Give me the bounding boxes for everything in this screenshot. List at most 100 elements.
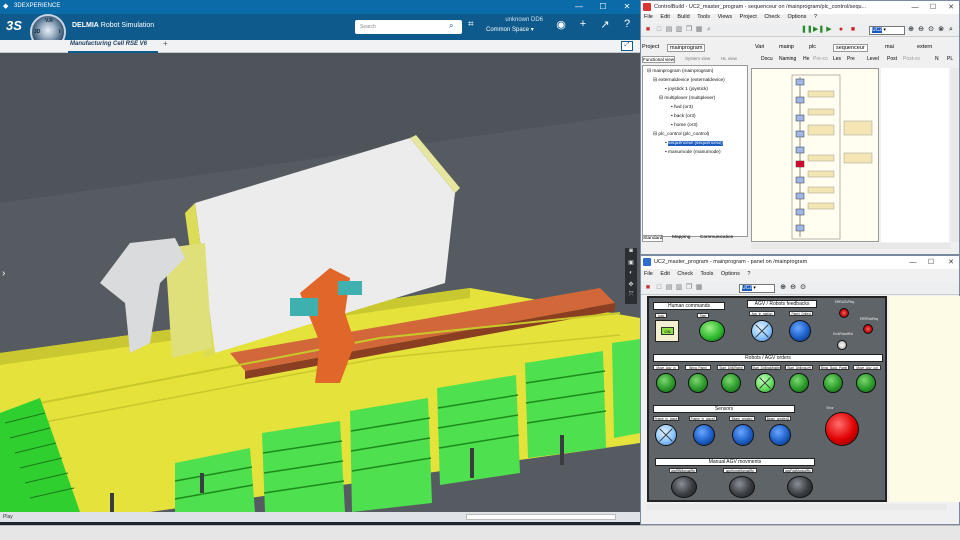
doc-tab-plc[interactable]: plc: [809, 44, 816, 50]
paste-icon[interactable]: ▦: [695, 26, 703, 34]
start-drilling-left-button[interactable]: [789, 373, 809, 393]
paste-icon[interactable]: ▦: [695, 284, 703, 292]
pan-icon[interactable]: ✥: [625, 281, 637, 292]
maximize-icon[interactable]: ☐: [923, 257, 939, 268]
step-icon[interactable]: ▶❚: [813, 26, 824, 34]
vertical-scrollbar[interactable]: [951, 68, 959, 242]
compass-north[interactable]: V.R: [45, 18, 53, 24]
expand-icon[interactable]: ⤢: [621, 41, 633, 51]
project-tree[interactable]: ⊟ mainprogram (mainprogram) ⊟ externalde…: [642, 65, 748, 237]
add-tab-button[interactable]: +: [163, 39, 168, 48]
zoom-fit-icon[interactable]: ⊙: [927, 26, 935, 34]
horizontal-scrollbar[interactable]: [466, 514, 616, 520]
zoom-in-icon[interactable]: ⊕: [907, 26, 915, 34]
zoom-100-icon[interactable]: ⊗: [937, 26, 945, 34]
start-button[interactable]: [699, 320, 725, 342]
agv-fwd-manual-button[interactable]: [787, 476, 813, 498]
move-agv-out-button[interactable]: [856, 373, 876, 393]
menu-options[interactable]: Options: [787, 14, 806, 20]
menu-edit[interactable]: Edit: [660, 14, 669, 20]
build-icon[interactable]: ■: [644, 26, 652, 34]
doc-subtab-pl[interactable]: PL: [947, 56, 953, 62]
tree-item[interactable]: ⊟ multiplexer (multiplexer): [659, 96, 715, 101]
new-icon[interactable]: □: [655, 26, 663, 34]
save-icon[interactable]: ▥: [675, 284, 683, 292]
subtab-system-view[interactable]: System view: [685, 56, 710, 61]
tag-icon[interactable]: ⌗: [468, 19, 474, 30]
find-icon[interactable]: ⌕: [705, 26, 713, 34]
bottom-tab-mapping[interactable]: Mapping: [672, 235, 690, 240]
maximize-icon[interactable]: ☐: [592, 1, 614, 13]
move-agv-in-button[interactable]: [656, 373, 676, 393]
menu-help[interactable]: ?: [747, 271, 750, 277]
compass-west[interactable]: 3D: [34, 29, 40, 35]
subtab-functional-view[interactable]: Functional view: [642, 56, 676, 63]
3ds-logo-icon[interactable]: 3S: [6, 18, 22, 33]
doc-subtab-n[interactable]: N: [935, 56, 939, 62]
compass-east[interactable]: i: [59, 29, 60, 35]
zoom-fit-icon[interactable]: ⤧: [625, 292, 637, 303]
camera-icon[interactable]: ◙: [625, 248, 637, 259]
menu-edit[interactable]: Edit: [660, 271, 669, 277]
tree-item[interactable]: ⊟ plc_control (plc_control): [653, 132, 709, 137]
doc-subtab-preco[interactable]: Pre-co: [813, 56, 828, 62]
minimize-icon[interactable]: —: [907, 2, 923, 13]
stop-icon[interactable]: ■: [849, 26, 857, 34]
menu-file[interactable]: File: [644, 271, 653, 277]
tab-project[interactable]: Project: [642, 44, 659, 50]
doc-subtab-postco[interactable]: Post-co: [903, 56, 920, 62]
close-icon[interactable]: ✕: [616, 1, 638, 13]
share-icon[interactable]: ↗: [598, 18, 612, 31]
menu-options[interactable]: Options: [721, 271, 740, 277]
menu-views[interactable]: Views: [718, 14, 733, 20]
close-icon[interactable]: ✕: [943, 257, 959, 268]
collab-space[interactable]: Common Space ▾: [486, 26, 550, 33]
doc-tab-vari[interactable]: Vari: [755, 44, 764, 50]
menu-help[interactable]: ?: [814, 14, 817, 20]
menu-tools[interactable]: Tools: [697, 14, 710, 20]
tab-mainprogram[interactable]: mainprogram: [667, 44, 706, 52]
open-icon[interactable]: ▤: [665, 26, 673, 34]
search-input[interactable]: Search: [355, 20, 462, 34]
menu-project[interactable]: Project: [740, 14, 757, 20]
frame-in-place2-sensor[interactable]: [693, 424, 715, 446]
factory-scene[interactable]: [0, 53, 640, 512]
start-drill-right-button[interactable]: [721, 373, 741, 393]
maximize-icon[interactable]: ☐: [925, 2, 941, 13]
beam-created-sensor[interactable]: [732, 424, 754, 446]
bring-back-panel-button[interactable]: [823, 373, 843, 393]
bottom-tab-communication[interactable]: Communication: [700, 235, 733, 240]
save-icon[interactable]: ▥: [675, 26, 683, 34]
build-icon[interactable]: ■: [644, 284, 652, 292]
horizontal-scrollbar[interactable]: [751, 243, 951, 249]
doc-subtab-he[interactable]: He: [803, 56, 809, 62]
tree-item-selected[interactable]: ▪ sequenceur (sequenceur): [665, 141, 723, 146]
help-icon[interactable]: ?: [620, 18, 634, 30]
start-drilling-middle-button[interactable]: [755, 373, 775, 393]
tree-item[interactable]: ▪ joystick 1 (joystick): [665, 87, 708, 92]
play-icon[interactable]: ▶: [825, 26, 833, 34]
side-panel-arrow-icon[interactable]: ›: [2, 268, 5, 279]
doc-tab-extern[interactable]: extern: [917, 44, 932, 50]
menu-check[interactable]: Check: [764, 14, 780, 20]
tab-manufacturing-cell[interactable]: Manufacturing Cell RSE V6: [70, 41, 147, 47]
view-icon[interactable]: ▣: [625, 259, 637, 270]
new-icon[interactable]: □: [655, 284, 663, 292]
target-combo[interactable]: UC2 ▾: [739, 284, 775, 293]
menu-tools[interactable]: Tools: [701, 271, 714, 277]
beam-created2-sensor[interactable]: [769, 424, 791, 446]
doc-tab-mainp[interactable]: mainp: [779, 44, 794, 50]
record-icon[interactable]: ●: [837, 26, 845, 34]
tree-item[interactable]: ▪ fwd (or3): [671, 105, 693, 110]
doc-subtab-les[interactable]: Les: [833, 56, 841, 62]
doc-subtab-docu[interactable]: Docu: [761, 56, 773, 62]
menu-check[interactable]: Check: [677, 271, 693, 277]
copy-icon[interactable]: ❐: [685, 284, 693, 292]
tree-item[interactable]: ⊟ externaldevice (externaldevice): [653, 78, 725, 83]
agv-home-manual-button[interactable]: [729, 476, 755, 498]
doc-subtab-post[interactable]: Post: [887, 56, 897, 62]
menu-file[interactable]: File: [644, 14, 653, 20]
doc-subtab-pre[interactable]: Pre: [847, 56, 855, 62]
tree-item[interactable]: ▪ back (or3): [671, 114, 696, 119]
zoom-out-icon[interactable]: ⊖: [917, 26, 925, 34]
